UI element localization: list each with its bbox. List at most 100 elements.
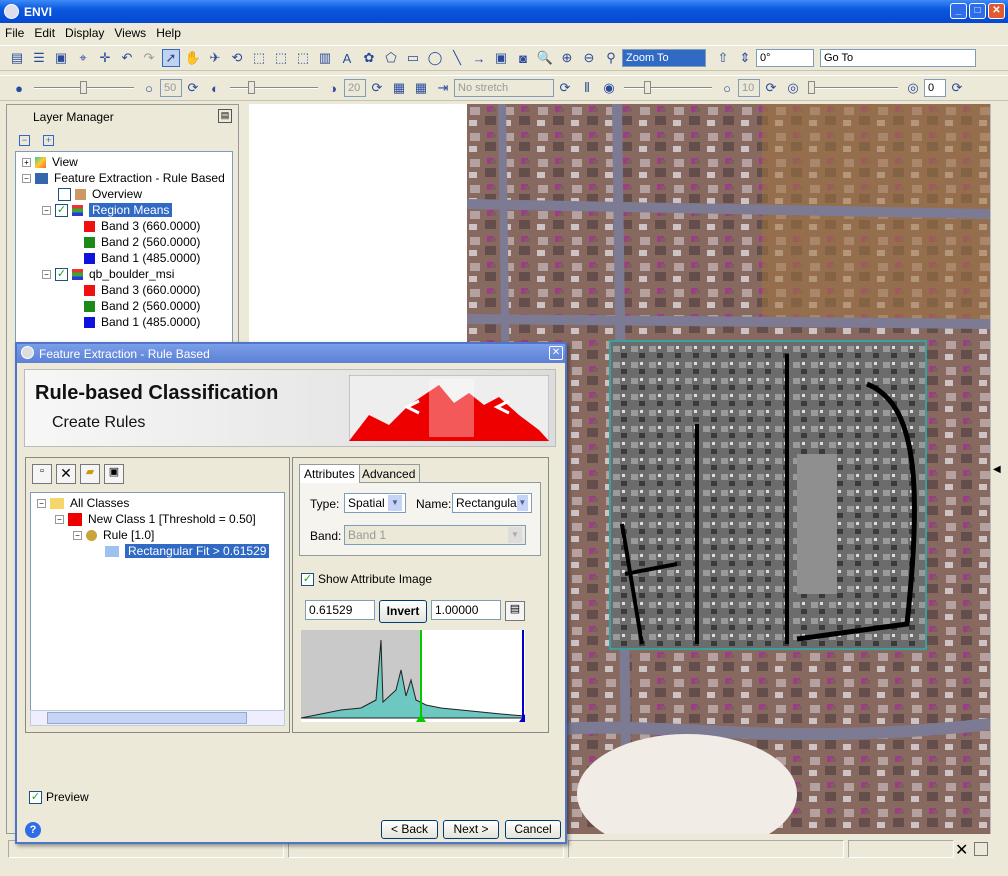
max-threshold-input[interactable]: 1.00000 [431,600,501,620]
collapse-icon[interactable]: − [42,205,51,215]
sharpen-slider[interactable] [624,79,712,97]
open-folder-icon[interactable]: ▰ [80,464,100,484]
tree-item-region-means[interactable]: − ✓ Region Means [42,202,173,218]
select-icon[interactable]: ➚ [162,49,180,67]
name-select[interactable]: Rectangula ▼ [452,493,532,513]
goto-input[interactable]: Go To [820,49,976,67]
band-select[interactable]: Band 1 ▼ [344,525,526,545]
zoom-to-icon[interactable]: ⚲ [602,49,620,67]
pan-icon[interactable]: ✋ [184,49,202,67]
expand-icon[interactable]: + [22,157,31,167]
rectangle-annotation-icon[interactable]: ▭ [404,49,422,67]
attribute-histogram[interactable] [301,630,525,722]
rotation-select[interactable]: 0° [756,49,814,67]
zoom-out-icon[interactable]: ⊖ [580,49,598,67]
expand-all-icon[interactable]: + [43,135,54,146]
float-panel-icon[interactable]: ▤ [218,109,232,123]
collapse-icon[interactable]: − [37,498,46,508]
stretch-apply-icon[interactable]: ⇥ [434,79,452,97]
region-means-checkbox[interactable]: ✓ [55,203,68,217]
tree-item-all-classes[interactable]: − All Classes [37,495,129,511]
stretch-reset-icon[interactable]: ⟳ [556,79,574,97]
stretch-select[interactable]: No stretch [454,79,554,97]
tree-item-attribute[interactable]: Rectangular Fit > 0.61529 [105,543,270,559]
tree-item-band[interactable]: Band 3 (660.0000) [84,218,200,234]
open-icon[interactable]: ▤ [8,49,26,67]
transparency-value[interactable]: 0 [924,79,946,97]
scroll-thumb[interactable] [47,712,247,724]
delete-icon[interactable]: ✕ [56,464,76,484]
tree-item-band[interactable]: Band 3 (660.0000) [84,282,200,298]
tree-item-overview[interactable]: Overview [58,186,142,202]
brightness-value[interactable]: 50 [160,79,182,97]
transparency-reset-icon[interactable]: ⟳ [948,79,966,97]
process-manager-icon[interactable] [974,842,988,856]
add-class-icon[interactable]: ▫ [32,464,52,484]
tree-horizontal-scrollbar[interactable] [30,710,285,726]
portal-icon[interactable]: ◙ [514,49,532,67]
collapse-icon[interactable]: − [22,173,31,183]
side-collapse-strip[interactable]: ◀ [990,104,1004,834]
zoom-window-icon[interactable]: 🔍 [536,49,554,67]
tree-item-feature-extraction[interactable]: − Feature Extraction - Rule Based [22,170,225,186]
ellipse-annotation-icon[interactable]: ◯ [426,49,444,67]
join-icon[interactable]: ⬚ [294,49,312,67]
brightness-slider[interactable] [34,79,134,97]
rotate-up-icon[interactable]: ⇧ [714,49,732,67]
vector-edit-icon[interactable]: ⬚ [250,49,268,67]
collapse-all-icon[interactable]: − [19,135,30,146]
menu-edit[interactable]: Edit [29,26,60,40]
dialog-close-button[interactable]: ✕ [549,346,563,360]
symbol-annotation-icon[interactable]: ✿ [360,49,378,67]
cancel-button[interactable]: Cancel [505,820,561,839]
invert-button[interactable]: Invert [379,600,427,623]
menu-help[interactable]: Help [151,26,186,40]
tree-item-view[interactable]: + View [22,154,78,170]
crosshair-icon[interactable]: ✛ [96,49,114,67]
sharpen-reset-icon[interactable]: ⟳ [762,79,780,97]
stretch-region-icon[interactable]: ▦ [412,79,430,97]
close-button[interactable]: ✕ [988,3,1005,19]
menu-file[interactable]: File [0,26,29,40]
tree-item-class[interactable]: − New Class 1 [Threshold = 0.50] [55,511,256,527]
tree-item-qb-boulder[interactable]: − ✓ qb_boulder_msi [42,266,174,282]
zoom-select[interactable]: Zoom To [622,49,706,67]
minimize-button[interactable]: _ [950,3,967,19]
collapse-icon[interactable]: − [73,530,82,540]
grid-icon[interactable]: ▥ [316,49,334,67]
polygon-annotation-icon[interactable]: ⬠ [382,49,400,67]
collapse-arrow-icon[interactable]: ◀ [993,464,1001,475]
overview-checkbox[interactable] [58,187,71,201]
contrast-value[interactable]: 20 [344,79,366,97]
tree-item-band[interactable]: Band 2 (560.0000) [84,298,200,314]
show-attribute-image-checkbox[interactable]: ✓ [301,572,314,586]
qb-boulder-checkbox[interactable]: ✓ [55,267,68,281]
preview-checkbox[interactable]: ✓ [29,790,42,804]
tree-item-band[interactable]: Band 1 (485.0000) [84,250,200,266]
stretch-type-icon[interactable]: ▦ [390,79,408,97]
tab-attributes[interactable]: Attributes [299,464,360,483]
cancel-process-icon[interactable]: ✕ [955,840,968,860]
vertex-edit-icon[interactable]: ⬚ [272,49,290,67]
brightness-reset-icon[interactable]: ⟳ [184,79,202,97]
tree-item-rule[interactable]: − Rule [1.0] [73,527,154,543]
collapse-icon[interactable]: − [55,514,64,524]
min-threshold-input[interactable]: 0.61529 [305,600,375,620]
undo-icon[interactable]: ↶ [118,49,136,67]
tree-item-band[interactable]: Band 1 (485.0000) [84,314,200,330]
next-button[interactable]: Next > [443,820,499,839]
data-manager-icon[interactable]: ☰ [30,49,48,67]
preview-option[interactable]: ✓ Preview [29,790,89,804]
picture-annotation-icon[interactable]: ▣ [492,49,510,67]
rotate-north-icon[interactable]: ⇕ [736,49,754,67]
arrow-annotation-icon[interactable]: → [470,49,488,67]
back-button[interactable]: < Back [381,820,438,839]
transparency-slider[interactable] [808,79,898,97]
type-select[interactable]: Spatial ▼ [344,493,406,513]
rotate-icon[interactable]: ⟲ [228,49,246,67]
layer-icon[interactable]: ▣ [52,49,70,67]
tree-item-band[interactable]: Band 2 (560.0000) [84,234,200,250]
save-icon[interactable]: ▣ [104,464,124,484]
menu-views[interactable]: Views [109,26,151,40]
cursor-value-icon[interactable]: ⌖ [74,49,92,67]
